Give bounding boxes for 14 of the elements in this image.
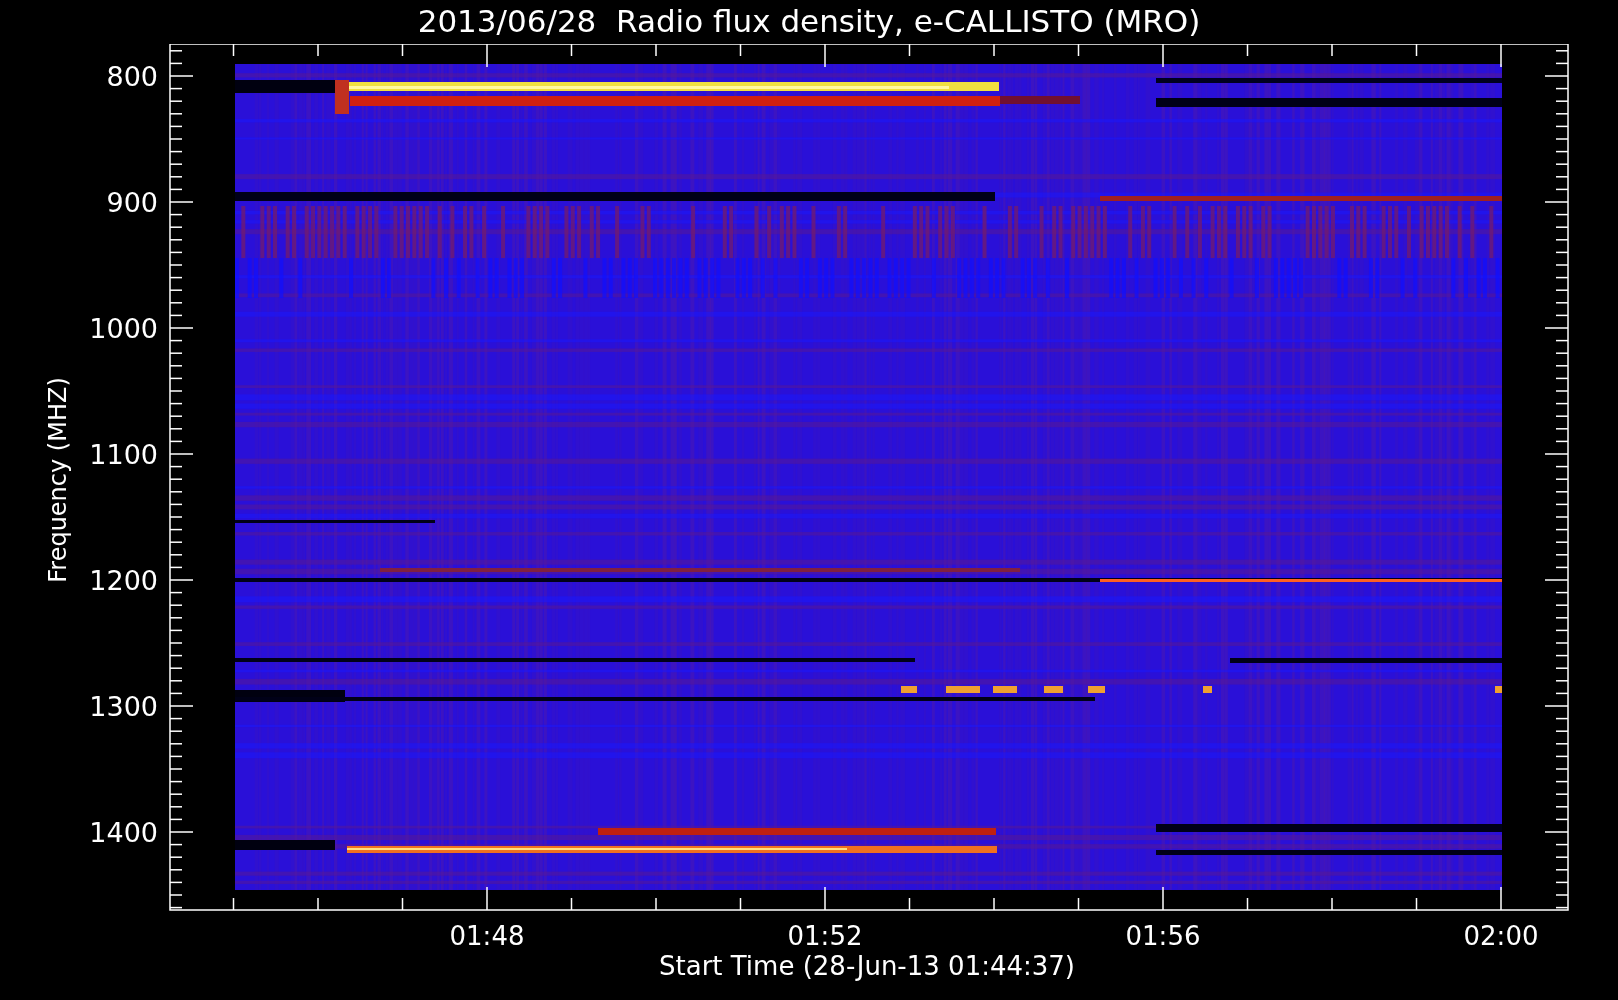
tick-label: 1200 <box>89 565 158 596</box>
tick-label: 1400 <box>89 817 158 848</box>
tick-label: 1100 <box>89 439 158 470</box>
tick-label: 900 <box>106 187 158 218</box>
y-axis-label: Frequency (MHZ) <box>44 377 72 583</box>
tick-label: 1300 <box>89 691 158 722</box>
x-axis-label: Start Time (28-Jun-13 01:44:37) <box>659 951 1075 981</box>
tick-label: 01:56 <box>1125 921 1201 951</box>
tick-label: 01:52 <box>787 921 863 951</box>
tick-label: 800 <box>106 61 158 92</box>
tick-label: 02:00 <box>1463 921 1539 951</box>
chart-title: 2013/06/28 Radio flux density, e-CALLISTO (MRO) <box>417 2 1201 41</box>
tick-label: 01:48 <box>449 921 525 951</box>
tick-label: 1000 <box>89 313 158 344</box>
